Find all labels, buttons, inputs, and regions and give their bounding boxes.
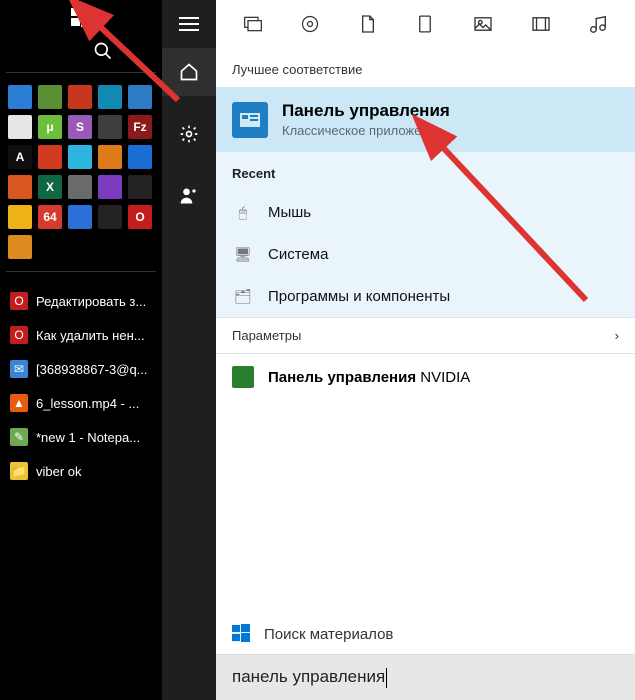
taskbar-tile[interactable]	[98, 205, 122, 229]
best-match-subtitle: Классическое приложение	[282, 123, 450, 138]
taskbar-window-item[interactable]: 📁 viber ok	[6, 456, 156, 486]
taskbar-tile[interactable]: A	[8, 145, 32, 169]
taskbar-tile[interactable]	[128, 175, 152, 199]
filter-photos-icon[interactable]	[469, 10, 497, 38]
taskbar-tile[interactable]	[68, 85, 92, 109]
hamburger-button[interactable]	[162, 0, 216, 48]
app-icon: O	[10, 292, 28, 310]
taskbar-tile[interactable]	[38, 85, 62, 109]
taskbar-tile[interactable]	[98, 115, 122, 139]
my-stuff-row[interactable]: Поиск материалов	[216, 614, 635, 654]
best-match-header: Лучшее соответствие	[216, 48, 635, 87]
search-input[interactable]: панель управления	[216, 654, 635, 700]
parameters-row[interactable]: Параметры ›	[216, 317, 635, 354]
taskbar-tile[interactable]	[68, 205, 92, 229]
taskbar-window-label: Редактировать з...	[36, 294, 146, 309]
best-match-result[interactable]: Панель управления Классическое приложени…	[216, 87, 635, 152]
chevron-right-icon: ›	[615, 328, 619, 343]
home-button[interactable]	[162, 48, 216, 96]
nvidia-icon	[232, 366, 254, 388]
filter-videos-icon[interactable]	[527, 10, 555, 38]
taskbar-tile[interactable]	[128, 145, 152, 169]
taskbar: μS Fz AX 64 O O Редактировать з... O Как удалит…	[0, 0, 162, 700]
recent-item[interactable]: 🖱 Мышь	[216, 191, 635, 233]
search-task-icon[interactable]	[90, 38, 116, 64]
recent-item[interactable]: 🖥 Система	[216, 233, 635, 275]
taskbar-window-item[interactable]: ✉ [368938867-3@q...	[6, 354, 156, 384]
app-icon: 📁	[10, 462, 28, 480]
taskbar-tile[interactable]	[38, 145, 62, 169]
filter-documents-icon[interactable]	[354, 10, 382, 38]
recent-list: Recent 🖱 Мышь 🖥 Система 🗂 Программы и компоне…	[216, 152, 635, 317]
taskbar-window-item[interactable]: ✎ *new 1 - Notepa...	[6, 422, 156, 452]
app-icon: O	[10, 326, 28, 344]
taskbar-tile[interactable]	[128, 85, 152, 109]
taskbar-window-item[interactable]: O Как удалить нен...	[6, 320, 156, 350]
taskbar-tile[interactable]	[8, 235, 32, 259]
app-icon: ✎	[10, 428, 28, 446]
taskbar-window-item[interactable]: O Редактировать з...	[6, 286, 156, 316]
my-stuff-label: Поиск материалов	[264, 626, 393, 643]
windows-icon	[232, 624, 252, 644]
taskbar-tile[interactable]	[8, 175, 32, 199]
taskbar-tile[interactable]	[68, 175, 92, 199]
taskbar-tile[interactable]: Fz	[128, 115, 152, 139]
nvidia-label: Панель управления NVIDIA	[268, 369, 470, 386]
taskbar-tile[interactable]: μ	[38, 115, 62, 139]
recent-item[interactable]: 🗂 Программы и компоненты	[216, 275, 635, 317]
search-panel: Лучшее соответствие Панель управления Кл…	[216, 0, 635, 700]
settings-nav-button[interactable]	[162, 110, 216, 158]
taskbar-pinned-grid: μS Fz AX 64 O	[6, 81, 156, 263]
taskbar-tile[interactable]	[98, 85, 122, 109]
recent-item-icon: 🖱	[232, 201, 254, 223]
nvidia-result[interactable]: Панель управления NVIDIA	[216, 354, 635, 400]
app-icon: ✉	[10, 360, 28, 378]
recent-item-label: Мышь	[268, 204, 311, 221]
taskbar-tile[interactable]: X	[38, 175, 62, 199]
recent-item-icon: 🖥	[232, 243, 254, 265]
recent-item-icon: 🗂	[232, 285, 254, 307]
filter-apps-icon[interactable]	[239, 10, 267, 38]
taskbar-tile[interactable]	[98, 175, 122, 199]
taskbar-window-label: Как удалить нен...	[36, 328, 145, 343]
filter-music-icon[interactable]	[584, 10, 612, 38]
taskbar-tile[interactable]	[68, 145, 92, 169]
recent-item-label: Программы и компоненты	[268, 288, 450, 305]
taskbar-window-label: *new 1 - Notepa...	[36, 430, 140, 445]
taskbar-window-label: 6_lesson.mp4 - ...	[36, 396, 139, 411]
filter-bar	[216, 0, 635, 48]
taskbar-windows-list: O Редактировать з... O Как удалить нен... ✉ […	[6, 286, 156, 486]
parameters-label: Параметры	[232, 328, 301, 343]
recent-header: Recent	[216, 152, 635, 191]
taskbar-tile[interactable]	[8, 205, 32, 229]
feedback-button[interactable]	[162, 172, 216, 220]
taskbar-window-item[interactable]: ▲ 6_lesson.mp4 - ...	[6, 388, 156, 418]
taskbar-tile[interactable]: S	[68, 115, 92, 139]
taskbar-window-label: viber ok	[36, 464, 82, 479]
taskbar-tile[interactable]: O	[128, 205, 152, 229]
taskbar-window-label: [368938867-3@q...	[36, 362, 148, 377]
taskbar-tile[interactable]: 64	[38, 205, 62, 229]
taskbar-tile[interactable]	[8, 85, 32, 109]
control-panel-icon	[232, 102, 268, 138]
search-nav-rail	[162, 0, 216, 700]
app-icon: ▲	[10, 394, 28, 412]
taskbar-tile[interactable]	[8, 115, 32, 139]
filter-folders-icon[interactable]	[411, 10, 439, 38]
best-match-title: Панель управления	[282, 101, 450, 121]
taskbar-tile[interactable]	[98, 145, 122, 169]
filter-settings-icon[interactable]	[296, 10, 324, 38]
recent-item-label: Система	[268, 246, 328, 263]
start-button[interactable]	[68, 4, 94, 30]
